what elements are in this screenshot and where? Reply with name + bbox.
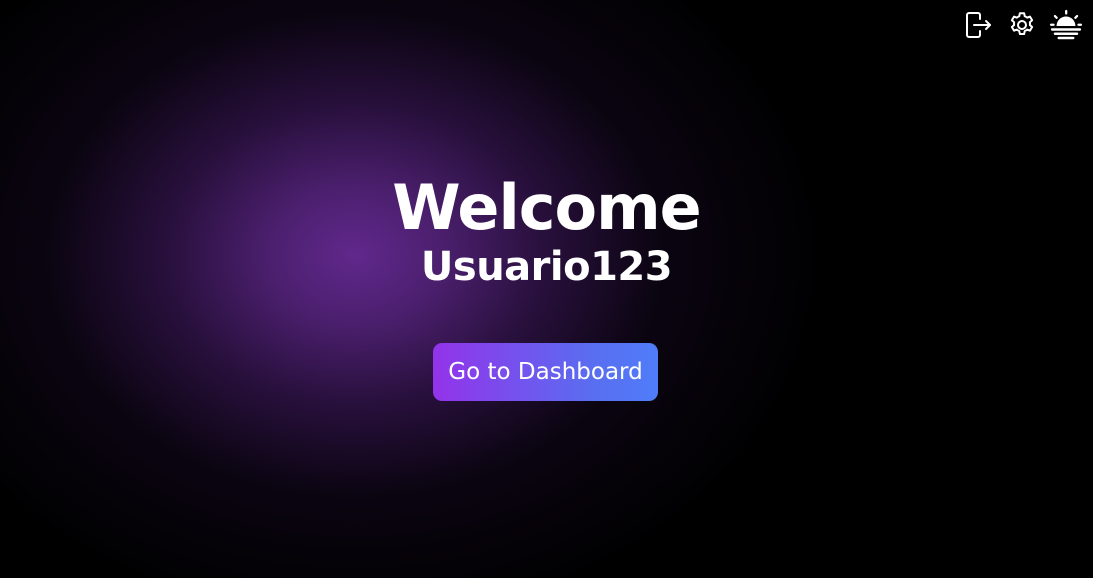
logout-button[interactable] (961, 8, 995, 42)
logout-icon (966, 12, 991, 38)
welcome-page: Welcome Usuario123 Go to Dashboard (0, 0, 1093, 578)
welcome-title: Welcome (392, 171, 701, 244)
theme-toggle-button[interactable] (1049, 8, 1083, 42)
welcome-hero: Welcome Usuario123 (0, 171, 1093, 291)
sunrise-icon (1049, 9, 1083, 40)
top-toolbar (961, 8, 1083, 42)
settings-button[interactable] (1005, 8, 1039, 42)
gear-icon (1010, 12, 1034, 35)
go-to-dashboard-button[interactable]: Go to Dashboard (433, 343, 658, 401)
username-label: Usuario123 (420, 244, 673, 290)
